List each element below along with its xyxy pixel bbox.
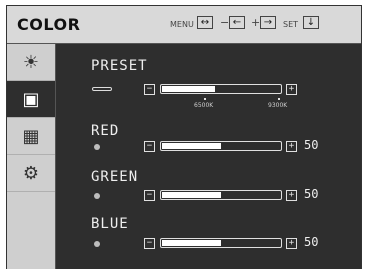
green-slider[interactable] bbox=[160, 190, 282, 200]
preset-9300k-label: 9300K bbox=[268, 102, 288, 109]
red-slider-fill bbox=[162, 143, 221, 149]
osd-window: COLOR MENU ↔ − ← + → SET ↓ ☀ ▣ ▦ ⚙ PRESE… bbox=[6, 5, 362, 269]
plus-hint-label: + bbox=[251, 16, 261, 29]
tab-image[interactable]: ▦ bbox=[7, 118, 55, 155]
green-decrease-button[interactable]: − bbox=[144, 190, 155, 201]
setup-gear-icon: ⚙ bbox=[22, 162, 40, 184]
red-label: RED bbox=[91, 123, 120, 139]
menu-hint-label: MENU bbox=[170, 20, 194, 29]
preset-slider[interactable] bbox=[160, 84, 282, 94]
left-arrow-key-icon: ← bbox=[229, 16, 245, 29]
blue-decrease-button[interactable]: − bbox=[144, 238, 155, 249]
preset-6500k-label: 6500K bbox=[194, 102, 214, 109]
red-slider[interactable] bbox=[160, 141, 282, 151]
preset-decrease-button[interactable]: − bbox=[144, 84, 155, 95]
blue-label: BLUE bbox=[91, 216, 129, 232]
image-icon: ▦ bbox=[22, 125, 40, 147]
red-decrease-button[interactable]: − bbox=[144, 141, 155, 152]
green-value: 50 bbox=[304, 187, 319, 201]
menu-title: COLOR bbox=[17, 15, 81, 34]
color-temperature-icon bbox=[92, 87, 112, 91]
tab-setup[interactable]: ⚙ bbox=[7, 155, 55, 192]
preset-increase-button[interactable]: + bbox=[286, 84, 297, 95]
category-sidebar: ☀ ▣ ▦ ⚙ bbox=[7, 44, 56, 269]
blue-slider-fill bbox=[162, 240, 221, 246]
color-icon: ▣ bbox=[22, 88, 40, 110]
green-increase-button[interactable]: + bbox=[286, 190, 297, 201]
brightness-icon: ☀ bbox=[22, 51, 40, 73]
preset-9300k-marker bbox=[278, 98, 280, 100]
down-arrow-key-icon: ↓ bbox=[303, 16, 319, 29]
right-arrow-key-icon: → bbox=[260, 16, 276, 29]
red-increase-button[interactable]: + bbox=[286, 141, 297, 152]
green-indicator-icon bbox=[94, 193, 100, 199]
preset-6500k-marker bbox=[204, 98, 206, 100]
minus-hint-label: − bbox=[220, 16, 230, 29]
red-value: 50 bbox=[304, 138, 319, 152]
settings-panel: PRESET − + 6500K 9300K RED − + 50 GREEN … bbox=[56, 44, 361, 269]
blue-increase-button[interactable]: + bbox=[286, 238, 297, 249]
red-indicator-icon bbox=[94, 144, 100, 150]
preset-slider-fill bbox=[162, 86, 215, 92]
blue-indicator-icon bbox=[94, 241, 100, 247]
menu-key-icon: ↔ bbox=[197, 16, 213, 29]
preset-label: PRESET bbox=[91, 58, 148, 74]
osd-header: COLOR MENU ↔ − ← + → SET ↓ bbox=[7, 6, 361, 44]
blue-slider[interactable] bbox=[160, 238, 282, 248]
green-slider-fill bbox=[162, 192, 221, 198]
tab-color[interactable]: ▣ bbox=[7, 81, 55, 118]
tab-picture[interactable]: ☀ bbox=[7, 44, 55, 81]
green-label: GREEN bbox=[91, 169, 139, 185]
set-hint-label: SET bbox=[283, 20, 299, 29]
blue-value: 50 bbox=[304, 235, 319, 249]
